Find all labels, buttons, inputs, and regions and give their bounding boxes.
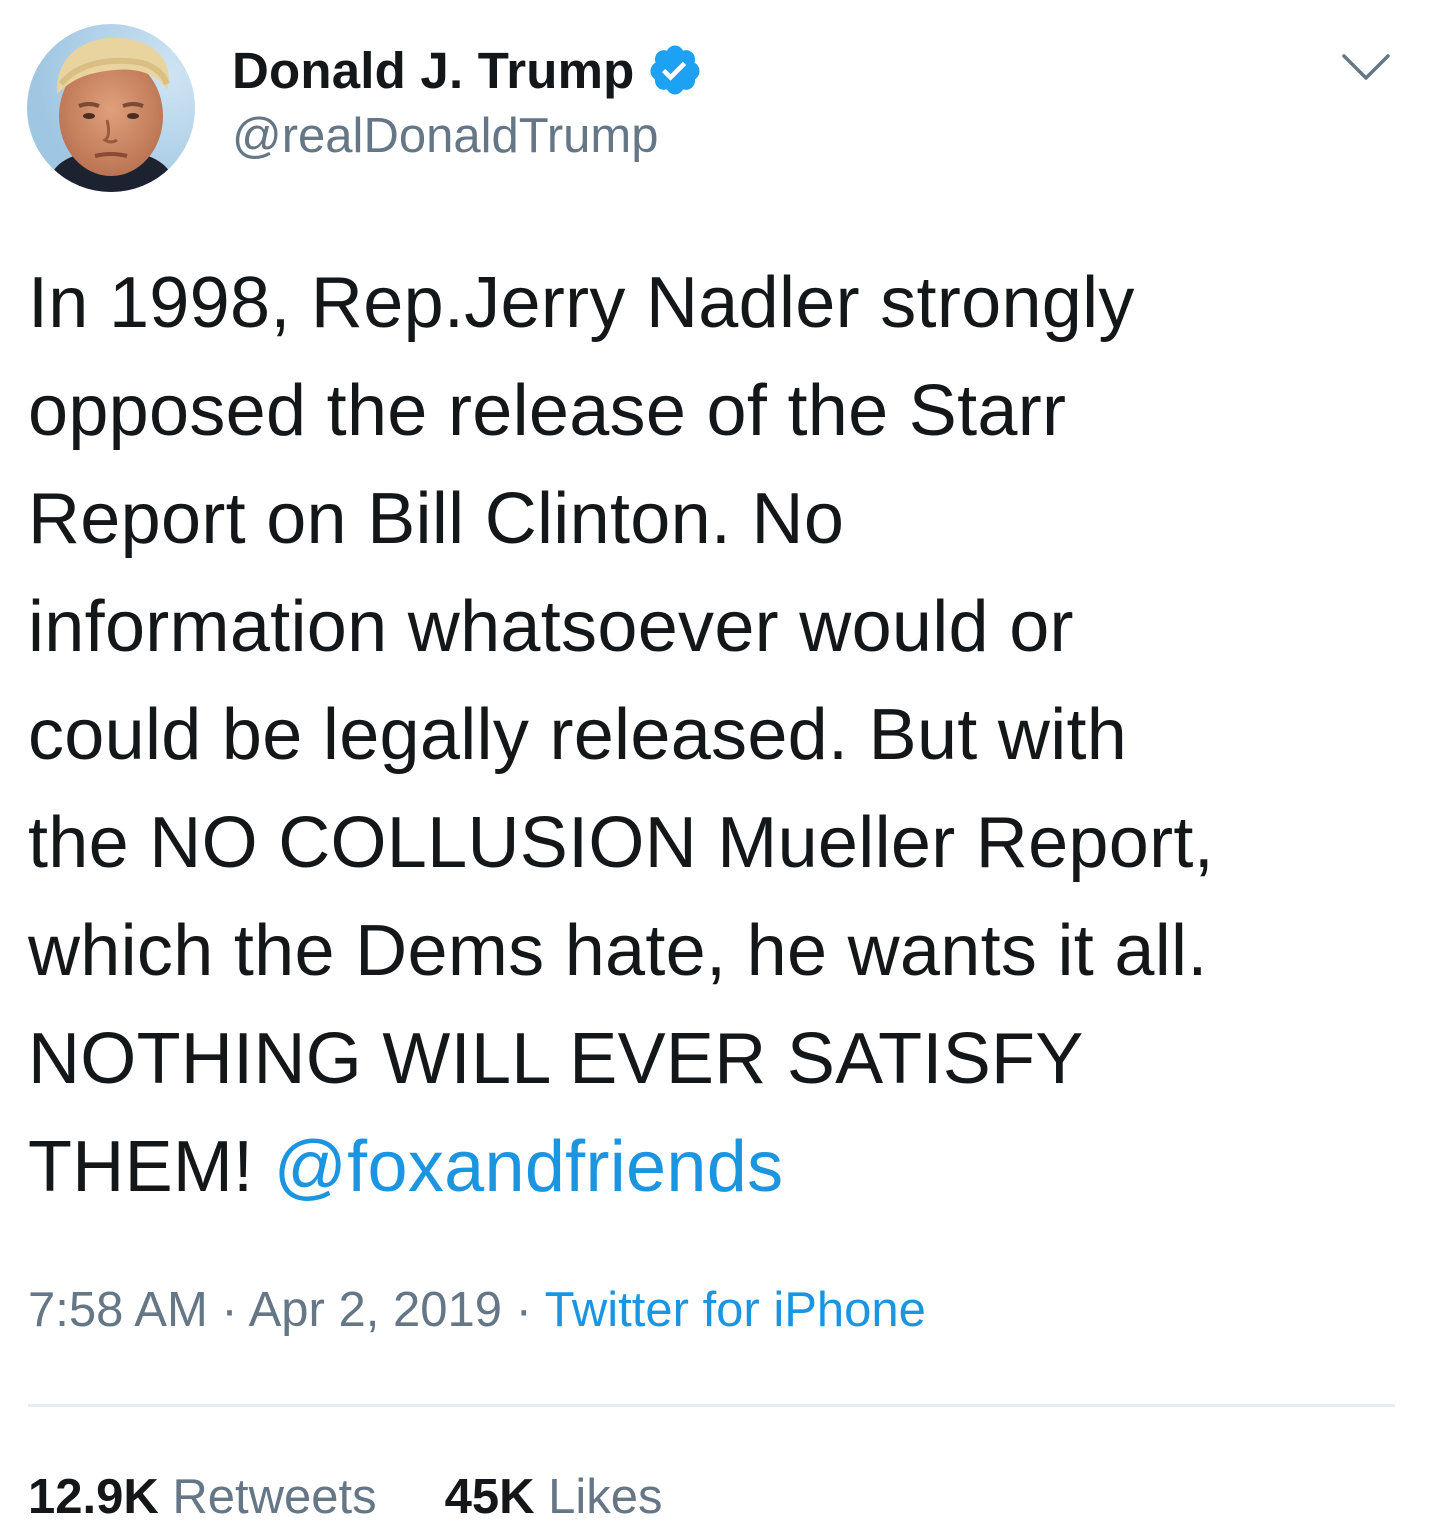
retweets-label: Retweets xyxy=(172,1470,377,1524)
tweet-meta: 7:58 AM · Apr 2, 2019 · Twitter for iPho… xyxy=(28,1278,926,1342)
tweet-text-line: information whatsoever would or xyxy=(28,587,1074,667)
meta-separator: · xyxy=(207,1283,249,1337)
tweet-text-last-line: THEM! @foxandfriends xyxy=(28,1113,1408,1221)
mention-link[interactable]: @foxandfriends xyxy=(274,1127,784,1207)
likes-label: Likes xyxy=(548,1470,663,1524)
display-name[interactable]: Donald J. Trump xyxy=(232,41,635,100)
tweet-date[interactable]: Apr 2, 2019 xyxy=(249,1283,502,1337)
tweet-text: In 1998, Rep.Jerry Nadler strongly oppos… xyxy=(28,249,1408,1221)
user-name-row[interactable]: Donald J. Trump xyxy=(232,38,703,102)
profile-photo xyxy=(27,24,195,192)
meta-separator: · xyxy=(501,1283,545,1337)
avatar[interactable] xyxy=(27,24,195,192)
likes-count: 45K xyxy=(444,1470,535,1524)
tweet-time[interactable]: 7:58 AM xyxy=(28,1283,208,1337)
tweet-text-line: In 1998, Rep.Jerry Nadler strongly xyxy=(28,263,1135,343)
retweets-stat[interactable]: 12.9K Retweets xyxy=(28,1465,377,1529)
tweet-text-line: could be legally released. But with xyxy=(28,695,1128,775)
tweet-text-line: opposed the release of the Starr xyxy=(28,371,1067,451)
tweet-source-link[interactable]: Twitter for iPhone xyxy=(545,1283,926,1337)
tweet-text-line: NOTHING WILL EVER SATISFY xyxy=(28,1019,1084,1099)
tweet-text-line: the NO COLLUSION Mueller Report, xyxy=(28,803,1214,883)
chevron-down-icon[interactable] xyxy=(1340,48,1392,88)
verified-badge-icon xyxy=(647,42,703,98)
tweet-text-line: THEM! xyxy=(28,1127,254,1207)
tweet-stats: 12.9K Retweets 45K Likes xyxy=(28,1465,663,1529)
likes-stat[interactable]: 45K Likes xyxy=(445,1465,663,1529)
tweet-text-line: Report on Bill Clinton. No xyxy=(28,479,845,559)
retweets-count: 12.9K xyxy=(28,1470,159,1524)
tweet-text-line: which the Dems hate, he wants it all. xyxy=(28,911,1208,991)
user-handle[interactable]: @realDonaldTrump xyxy=(232,108,658,164)
divider xyxy=(28,1404,1395,1407)
